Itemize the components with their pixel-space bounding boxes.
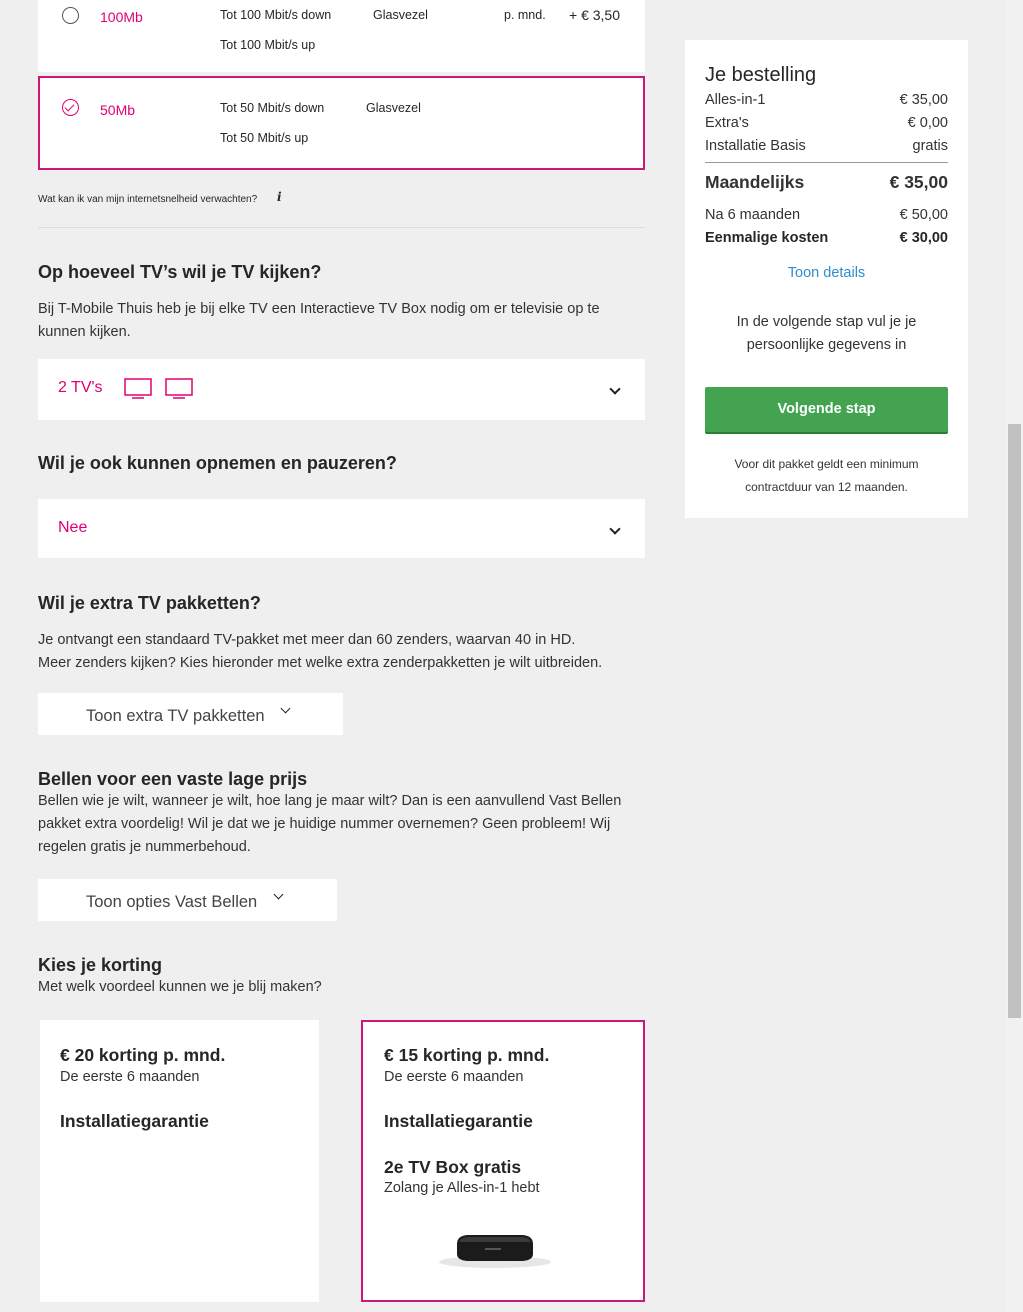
next-step-note-1: In de volgende stap vul je je	[736, 314, 917, 330]
show-calling-options-label: Toon opties Vast Bellen	[86, 893, 258, 911]
speed-up: Tot 100 Mbit/s up	[220, 38, 316, 52]
speed-down: Tot 50 Mbit/s down	[220, 101, 325, 115]
order-after-label: Na 6 maanden	[705, 207, 801, 223]
calling-heading: Bellen voor een vaste lage prijs	[38, 769, 308, 789]
chevron-down-icon	[273, 889, 284, 900]
order-line-label: Alles-in-1	[705, 92, 766, 108]
order-after-value: € 50,00	[899, 207, 948, 223]
scrollbar-thumb[interactable]	[1008, 424, 1021, 1018]
discount-extra-subtitle: Zolang je Alles-in-1 hebt	[384, 1180, 540, 1196]
order-line-label: Installatie Basis	[705, 138, 806, 154]
speed-option-100mb[interactable]: 100Mb Tot 100 Mbit/s down Tot 100 Mbit/s…	[38, 0, 645, 72]
order-line-value: € 35,00	[899, 92, 948, 108]
order-line-alles-in-1: Alles-in-1 € 35,00	[705, 92, 948, 108]
contract-note-line-1: Voor dit pakket geldt een minimum	[734, 457, 919, 471]
contract-note: Voor dit pakket geldt een minimum contra…	[705, 453, 948, 499]
order-line-installatie: Installatie Basis gratis	[705, 138, 948, 154]
order-line-extras: Extra's € 0,00	[705, 115, 948, 131]
speed-type: Glasvezel	[366, 101, 421, 115]
recording-heading: Wil je ook kunnen opnemen en pauzeren?	[38, 453, 397, 473]
order-line-label: Extra's	[705, 115, 749, 131]
discount-extra-title: 2e TV Box gratis	[384, 1157, 522, 1177]
discount-feature: Installatiegarantie	[384, 1111, 533, 1131]
speed-type: Glasvezel	[373, 8, 428, 22]
tv-box-image	[439, 1235, 551, 1268]
scrollbar-track[interactable]	[1006, 0, 1023, 1312]
order-monthly-label: Maandelijks	[705, 172, 805, 192]
show-details-link[interactable]: Toon details	[685, 265, 968, 281]
order-line-value: € 0,00	[907, 115, 948, 131]
speed-price-unit: p. mnd.	[504, 8, 546, 22]
tv-description: Bij T-Mobile Thuis heb je bij elke TV ee…	[38, 301, 600, 340]
speed-name: 50Mb	[100, 102, 136, 118]
chevron-down-icon	[609, 383, 621, 395]
order-title: Je bestelling	[705, 64, 817, 86]
tv-packages-heading: Wil je extra TV pakketten?	[38, 593, 261, 613]
speed-down: Tot 100 Mbit/s down	[220, 8, 332, 22]
speed-option-50mb[interactable]: 50Mb Tot 50 Mbit/s down Tot 50 Mbit/s up…	[38, 76, 645, 170]
info-icon[interactable]: i	[277, 190, 282, 204]
speed-info-link[interactable]: Wat kan ik van mijn internetsnelheid ver…	[38, 194, 257, 205]
next-step-button[interactable]: Volgende stap	[705, 387, 948, 432]
order-onetime-value: € 30,00	[899, 230, 948, 246]
order-onetime-label: Eenmalige kosten	[705, 230, 829, 246]
divider	[38, 227, 645, 228]
tv-count-select[interactable]: 2 TV's	[38, 359, 645, 420]
speed-price: + € 3,50	[569, 7, 620, 23]
order-onetime: Eenmalige kosten € 30,00	[705, 230, 948, 246]
tv-icon	[124, 378, 152, 399]
chevron-down-icon	[280, 703, 291, 714]
discount-feature: Installatiegarantie	[60, 1111, 209, 1131]
tv-count-value: 2 TV's	[58, 379, 103, 396]
chevron-down-icon	[609, 523, 621, 535]
calling-description: Bellen wie je wilt, wanneer je wilt, hoe…	[38, 793, 622, 855]
speed-up: Tot 50 Mbit/s up	[220, 131, 309, 145]
show-calling-options-button[interactable]: Toon opties Vast Bellen	[38, 879, 337, 921]
tv-icon	[165, 378, 193, 399]
order-monthly-value: € 35,00	[889, 172, 948, 192]
discount-subheading: Met welk voordeel kunnen we je blij make…	[38, 979, 322, 995]
radio-50mb-checked[interactable]	[62, 99, 79, 116]
discount-heading: Kies je korting	[38, 955, 163, 975]
order-line-value: gratis	[912, 138, 948, 154]
discount-option-20[interactable]: € 20 korting p. mnd. De eerste 6 maanden…	[40, 1020, 319, 1302]
tv-heading: Op hoeveel TV’s wil je TV kijken?	[38, 262, 322, 282]
discount-title: € 20 korting p. mnd.	[60, 1045, 226, 1065]
discount-title: € 15 korting p. mnd.	[384, 1045, 550, 1065]
discount-option-15[interactable]: € 15 korting p. mnd. De eerste 6 maanden…	[361, 1020, 645, 1302]
order-after-6-months: Na 6 maanden € 50,00	[705, 207, 948, 223]
tv-packages-description-1: Je ontvangt een standaard TV-pakket met …	[38, 632, 576, 648]
tv-packages-description-2: Meer zenders kijken? Kies hieronder met …	[38, 655, 603, 671]
contract-note-line-2: contractduur van 12 maanden.	[745, 480, 908, 494]
radio-100mb[interactable]	[62, 7, 79, 24]
next-step-note-2: persoonlijke gegevens in	[746, 337, 907, 353]
discount-subtitle: De eerste 6 maanden	[60, 1069, 200, 1085]
order-summary: Je bestelling Alles-in-1 € 35,00 Extra's…	[685, 40, 968, 518]
recording-value: Nee	[58, 519, 88, 536]
order-divider	[705, 162, 948, 163]
order-monthly: Maandelijks € 35,00	[705, 172, 948, 193]
recording-select[interactable]: Nee	[38, 499, 645, 558]
speed-name: 100Mb	[100, 9, 143, 25]
show-tv-packages-button[interactable]: Toon extra TV pakketten	[38, 693, 343, 735]
show-tv-packages-label: Toon extra TV pakketten	[86, 707, 265, 725]
discount-subtitle: De eerste 6 maanden	[384, 1069, 524, 1085]
